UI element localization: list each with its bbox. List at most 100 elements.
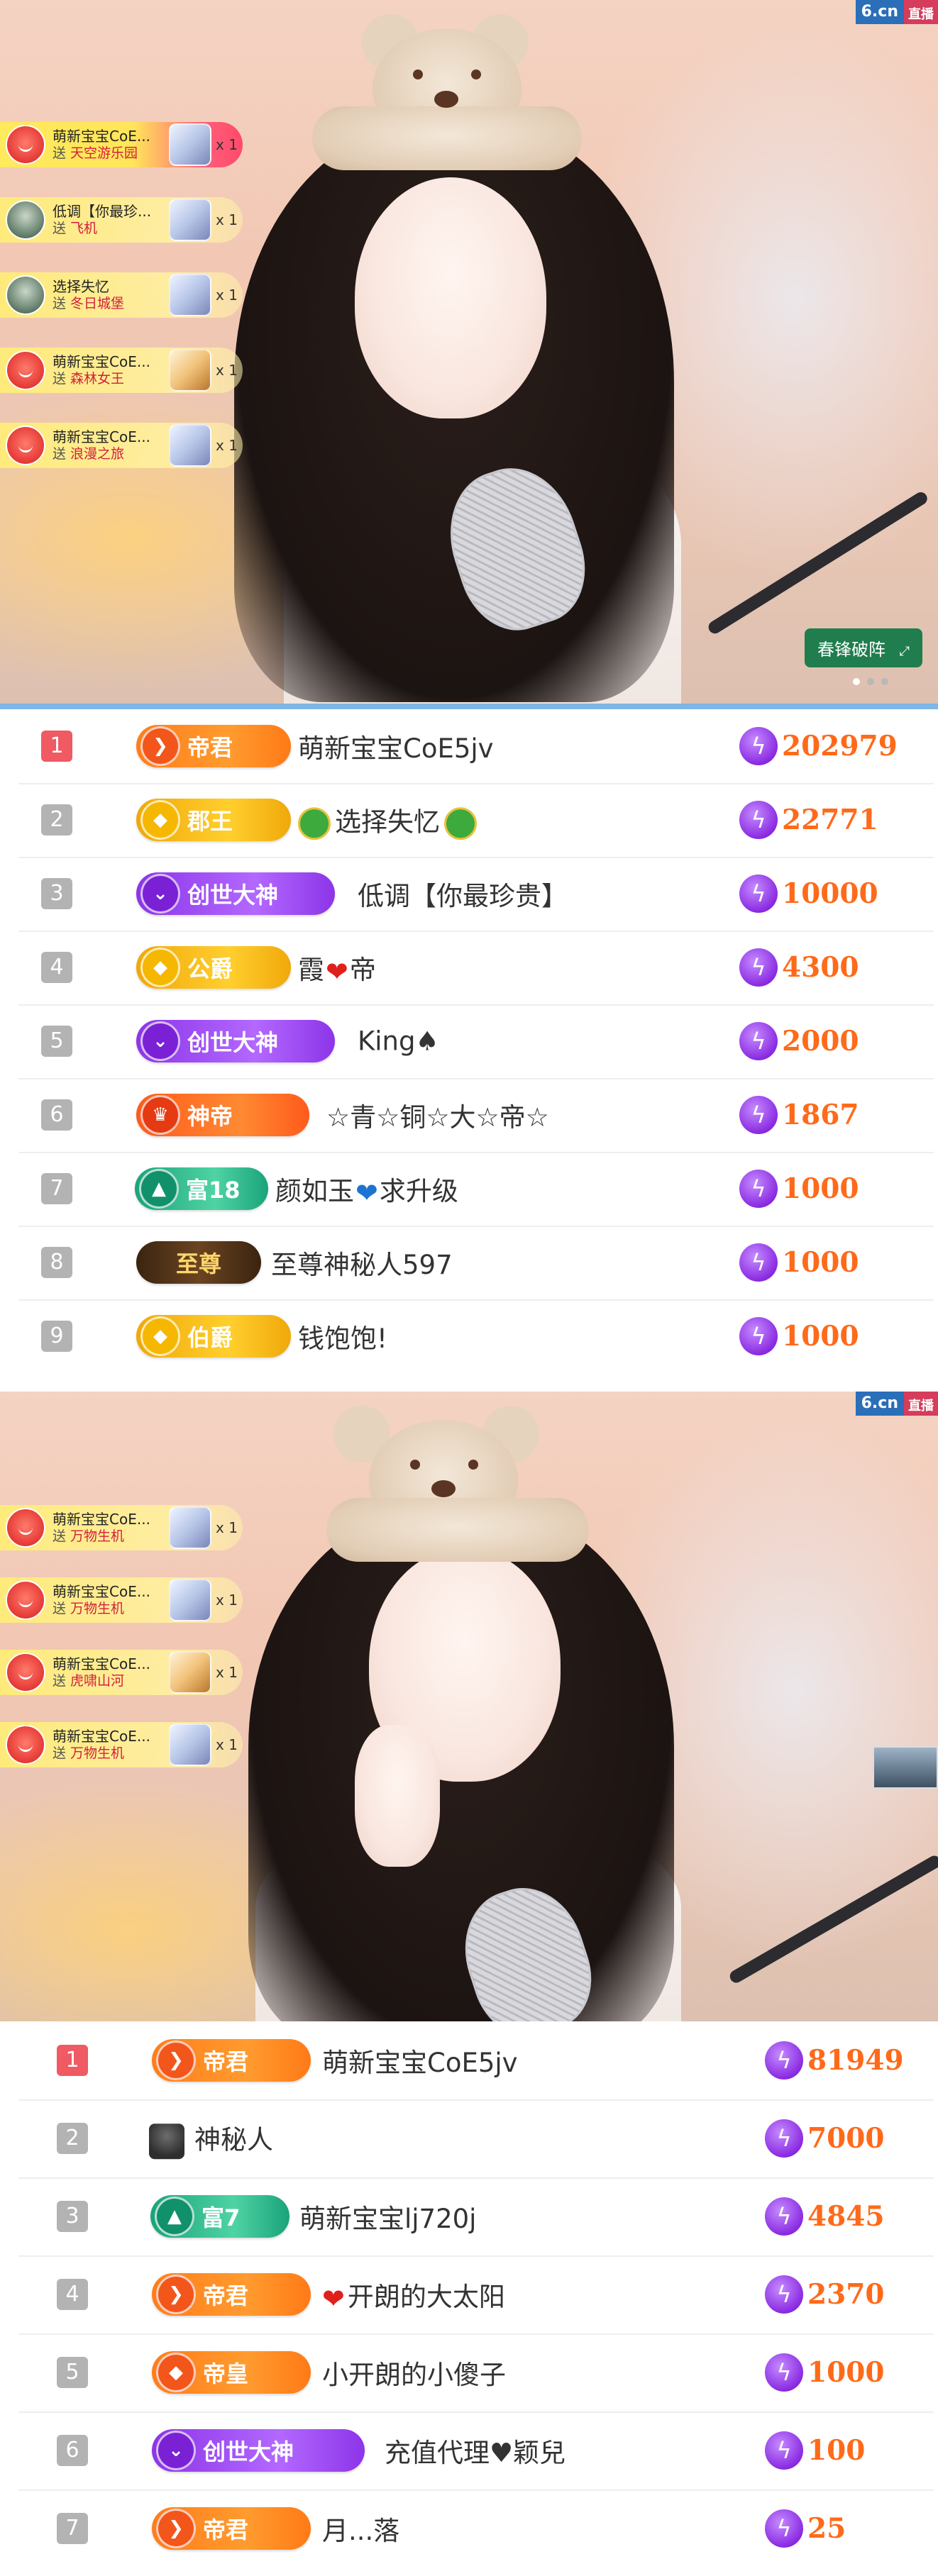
user-name: 钱饱饱! <box>298 1323 387 1354</box>
user-name-text: 开朗的大太阳 <box>347 2281 505 2312</box>
rank-number: 3 <box>57 2201 88 2232</box>
user-name-part: 颜如玉 <box>275 1175 354 1206</box>
badge-label: 伯爵 <box>187 1324 233 1351</box>
gift-notice: 萌新宝宝CoE... 送万物生机 x 1 <box>0 1577 243 1623</box>
gift-name: 万物生机 <box>70 1528 125 1544</box>
ranking-row[interactable]: 7 ▲ 富18 颜如玉❤求升级 ϟ 1000 <box>18 1152 934 1227</box>
gift-icon <box>169 199 211 241</box>
badge-label: 帝君 <box>203 2516 249 2543</box>
ranking-row[interactable]: 4 ◆ 公爵 霞❤帝 ϟ 4300 <box>18 931 934 1006</box>
gift-count: x 1 <box>216 362 238 379</box>
gift-notice: 萌新宝宝CoE... 送浪漫之旅 x 1 <box>0 423 243 468</box>
rank-number: 9 <box>41 1321 72 1352</box>
lightning-icon: ϟ <box>765 2431 803 2470</box>
send-label: 送 <box>53 371 67 387</box>
score: ϟ 2000 <box>739 1022 859 1060</box>
bear-nose <box>434 91 458 108</box>
score-value: 1867 <box>782 1099 859 1131</box>
rank-number: 7 <box>41 1173 72 1204</box>
site-logo[interactable]: 6.cn 直播 <box>855 0 938 24</box>
badge-label: 郡王 <box>187 808 233 835</box>
live-stream-video-top[interactable]: 6.cn 直播 萌新宝宝CoE... 送天空游乐园 x 1 低调【你最珍... … <box>0 0 938 709</box>
lightning-icon: ϟ <box>739 948 778 987</box>
gift-name: 虎啸山河 <box>70 1673 125 1689</box>
gift-name: 森林女王 <box>70 371 125 387</box>
rank-number: 7 <box>57 2513 88 2544</box>
video-bottom-border <box>0 704 938 709</box>
ranking-row[interactable]: 2 神秘人 ϟ 7000 <box>18 2099 934 2179</box>
level-badge: ♛ 神帝 <box>136 1094 309 1136</box>
live-stream-video-bottom[interactable]: 6.cn 直播 萌新宝宝CoE... 送万物生机 x 1 萌新宝宝CoE... … <box>0 1392 938 2021</box>
gift-name: 万物生机 <box>70 1601 125 1616</box>
user-name: 选择失忆 <box>298 800 477 840</box>
send-label: 送 <box>53 1673 67 1689</box>
lightning-icon: ϟ <box>739 727 778 765</box>
ranking-row[interactable]: 5 ⌄ 创世大神 King♠ ϟ 2000 <box>18 1004 934 1079</box>
gift-count: x 1 <box>216 1736 238 1753</box>
level-emblem-icon: ⌄ <box>140 1021 180 1061</box>
score: ϟ 4845 <box>765 2197 885 2236</box>
bear-eye-left <box>413 70 423 79</box>
level-emblem-icon: ❯ <box>156 2275 196 2314</box>
ranking-row[interactable]: 6 ♛ 神帝 ☆青☆铜☆大☆帝☆ ϟ 1867 <box>18 1078 934 1153</box>
gift-count: x 1 <box>216 1592 238 1609</box>
ranking-row[interactable]: 2 ◆ 郡王 选择失忆 ϟ 22771 <box>18 783 934 858</box>
ranking-row[interactable]: 8 至尊 至尊神秘人597 ϟ 1000 <box>18 1226 934 1301</box>
ranking-row[interactable]: 3 ⌄ 创世大神 低调【你最珍贵】 ϟ 10000 <box>18 857 934 932</box>
carousel-dot[interactable] <box>881 678 888 685</box>
gift-icon <box>169 349 211 392</box>
level-badge: ⌄ 创世大神 <box>136 872 335 915</box>
gift-count: x 1 <box>216 211 238 228</box>
user-name: 至尊神秘人597 <box>271 1250 453 1280</box>
ranking-row[interactable]: 4 ❯ 帝君 ❤ 开朗的大太阳 ϟ 2370 <box>18 2255 934 2335</box>
score: ϟ 25 <box>765 2509 846 2548</box>
gift-count: x 1 <box>216 1664 238 1681</box>
gift-notice: 萌新宝宝CoE... 送万物生机 x 1 <box>0 1722 243 1767</box>
badge-label: 创世大神 <box>187 882 279 909</box>
rank-number: 1 <box>41 731 72 762</box>
rank-number: 6 <box>57 2435 88 2466</box>
gift-notice: 萌新宝宝CoE... 送虎啸山河 x 1 <box>0 1650 243 1695</box>
ranking-row[interactable]: 1 ❯ 帝君 萌新宝宝CoE5jv ϟ 81949 <box>18 2021 934 2101</box>
level-emblem-icon: ◆ <box>156 2353 196 2392</box>
blue-heart-icon: ❤ <box>355 1177 378 1209</box>
rank-number: 3 <box>41 878 72 909</box>
gift-notice: 萌新宝宝CoE... 送万物生机 x 1 <box>0 1505 243 1550</box>
carousel-dot[interactable] <box>853 678 860 685</box>
gift-notice: 萌新宝宝CoE... 送天空游乐园 x 1 <box>0 122 243 167</box>
gift-sender-name: 萌新宝宝CoE... <box>53 1655 150 1672</box>
user-name: 颜如玉❤求升级 <box>275 1170 458 1209</box>
bear-paws <box>326 1498 589 1562</box>
ranking-row[interactable]: 1 ❯ 帝君 萌新宝宝CoE5jv ϟ 202979 <box>18 709 934 784</box>
badge-label: 神帝 <box>187 1103 233 1130</box>
ranking-row[interactable]: 6 ⌄ 创世大神 充值代理♥颖兒 ϟ 100 <box>18 2411 934 2491</box>
carousel-dot[interactable] <box>867 678 874 685</box>
gift-notice: 萌新宝宝CoE... 送森林女王 x 1 <box>0 348 243 393</box>
bear-eye-left <box>410 1460 420 1470</box>
badge-label: 帝君 <box>203 2048 249 2075</box>
ranking-row[interactable]: 3 ▲ 富7 萌新宝宝lj720j ϟ 4845 <box>18 2177 934 2257</box>
level-badge: ❯ 帝君 <box>152 2273 311 2316</box>
ranking-row[interactable]: 9 ◆ 伯爵 钱饱饱! ϟ 1000 <box>18 1299 934 1373</box>
lightning-icon: ϟ <box>739 801 778 839</box>
rank-number: 5 <box>57 2357 88 2388</box>
mini-thumbnail[interactable] <box>873 1746 938 1789</box>
ranking-row[interactable]: 5 ◆ 帝皇 小开朗的小傻子 ϟ 1000 <box>18 2333 934 2413</box>
score-value: 4845 <box>807 2200 885 2233</box>
score: ϟ 1000 <box>739 1243 859 1282</box>
bear-nose <box>431 1480 456 1497</box>
carousel-dots[interactable] <box>853 678 888 685</box>
expand-icon: ⤢ <box>899 644 910 659</box>
score-value: 2370 <box>807 2278 885 2311</box>
score: ϟ 22771 <box>739 801 878 839</box>
event-tag-button[interactable]: 春锋破阵 ⤢ <box>804 628 922 667</box>
ranking-row[interactable]: 7 ❯ 帝君 月...落 ϟ 25 <box>18 2489 934 2567</box>
user-name-text: 神秘人 <box>194 2124 273 2155</box>
lightning-icon: ϟ <box>739 1317 778 1355</box>
gift-name: 冬日城堡 <box>70 296 125 311</box>
level-emblem-icon: ▲ <box>155 2197 194 2236</box>
bear-eye-right <box>471 70 481 79</box>
gift-sender-name: 萌新宝宝CoE... <box>53 128 150 145</box>
score-value: 81949 <box>807 2044 904 2077</box>
site-logo[interactable]: 6.cn 直播 <box>855 1392 938 1416</box>
